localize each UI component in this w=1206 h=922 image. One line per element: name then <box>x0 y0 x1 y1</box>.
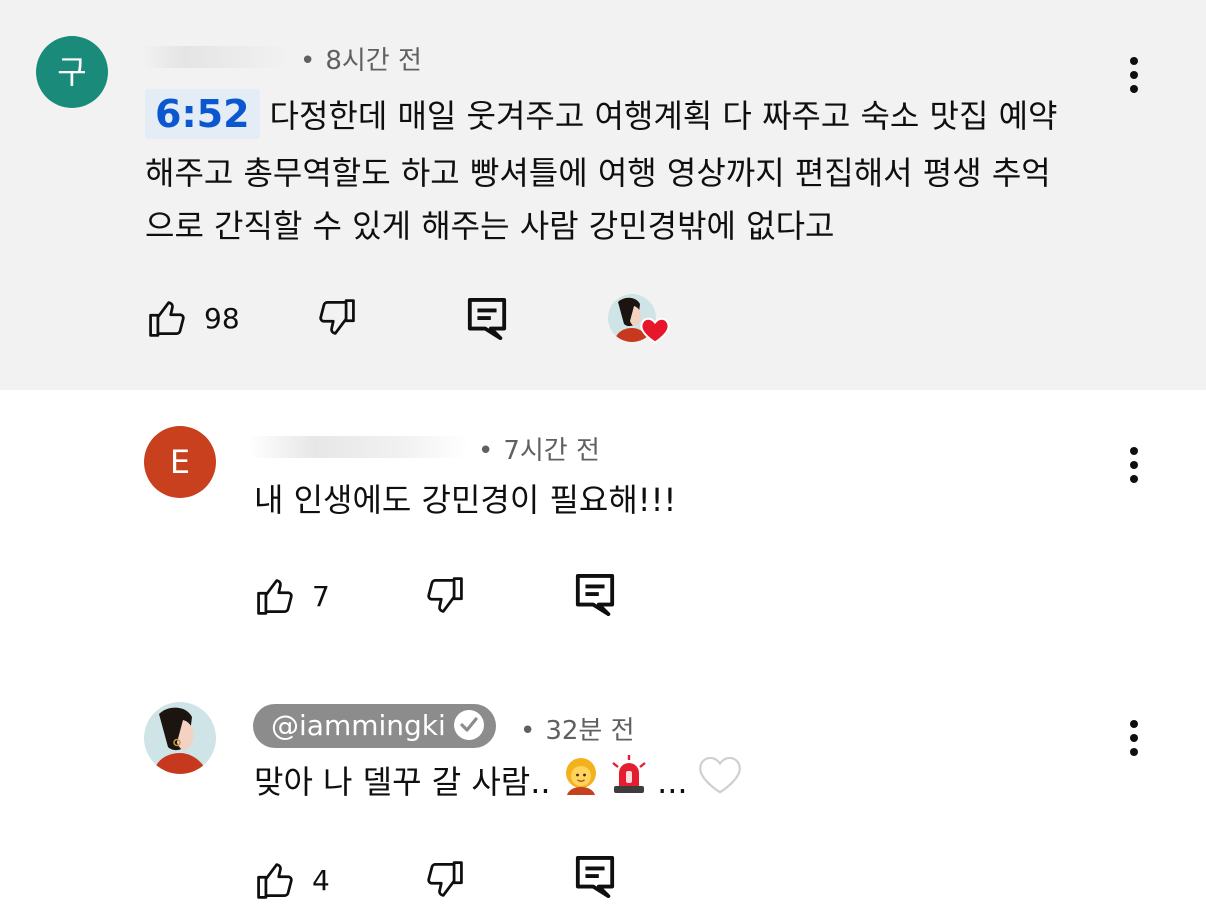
woman-emoji <box>561 755 601 813</box>
comment-meta: • 8시간 전 <box>300 40 422 77</box>
avatar-letter: E <box>169 443 191 481</box>
meta-dot: • <box>300 46 316 76</box>
reply-icon[interactable] <box>574 854 616 900</box>
comment-1: 구 • 8시간 전 6:52 다정한데 매일 웃겨주고 여행계획 다 짜주고 숙소 … <box>0 0 1206 390</box>
comment-text-line-1: 6:52 다정한데 매일 웃겨주고 여행계획 다 짜주고 숙소 맛집 예약 <box>145 88 1057 145</box>
avatar-letter: 구 <box>57 53 87 91</box>
comment-time: 8시간 전 <box>325 46 422 76</box>
siren-emoji <box>611 755 647 813</box>
author-name-redacted <box>248 436 468 458</box>
ellipsis-text: ... <box>657 763 688 801</box>
channel-handle: @iammingki <box>271 709 446 742</box>
comment-text-line-2: 해주고 총무역할도 하고 빵셔틀에 여행 영상까지 편집해서 평생 추억 <box>145 154 1051 192</box>
avatar[interactable]: 구 <box>36 36 108 108</box>
more-vert-icon[interactable] <box>1129 720 1139 760</box>
timestamp-link[interactable]: 6:52 <box>145 89 260 139</box>
dislike-icon[interactable] <box>422 858 466 902</box>
meta-dot: • <box>478 436 494 466</box>
like-count: 7 <box>312 580 330 613</box>
reply-icon[interactable] <box>574 572 616 618</box>
like-icon[interactable] <box>254 858 298 902</box>
comment-meta: • 32분 전 <box>520 710 635 747</box>
author-name-redacted <box>140 46 290 68</box>
like-icon[interactable] <box>146 296 190 340</box>
heart-icon <box>640 317 670 344</box>
comment-time: 32분 전 <box>545 716 635 746</box>
comment-meta: • 7시간 전 <box>478 430 600 467</box>
like-count: 98 <box>204 302 240 335</box>
like-count: 4 <box>312 864 330 897</box>
verified-check-icon <box>453 710 484 740</box>
comment-text-line-3: 으로 간직할 수 있게 해주는 사람 강민경밖에 없다고 <box>145 207 835 245</box>
creator-handle-badge[interactable]: @iammingki <box>253 704 496 748</box>
comment-time: 7시간 전 <box>503 436 600 466</box>
comment-3: @iammingki • 32분 전 맞아 나 델꾸 갈 사람.. ... 4 <box>0 660 1206 922</box>
creator-heart <box>608 294 672 348</box>
white-heart-emoji <box>698 755 742 813</box>
comment-2: E • 7시간 전 내 인생에도 강민경이 필요해!!! 7 <box>0 390 1206 660</box>
comment-text: 내 인생에도 강민경이 필요해!!! <box>254 481 677 519</box>
dislike-icon[interactable] <box>422 574 466 618</box>
reply-icon[interactable] <box>466 296 508 342</box>
like-icon[interactable] <box>254 574 298 618</box>
comment-text: 맞아 나 델꾸 갈 사람.. ... <box>254 754 742 813</box>
dislike-icon[interactable] <box>314 296 358 340</box>
avatar[interactable] <box>144 702 216 774</box>
avatar[interactable]: E <box>144 426 216 498</box>
more-vert-icon[interactable] <box>1129 447 1139 487</box>
more-vert-icon[interactable] <box>1129 57 1139 97</box>
meta-dot: • <box>520 716 536 746</box>
